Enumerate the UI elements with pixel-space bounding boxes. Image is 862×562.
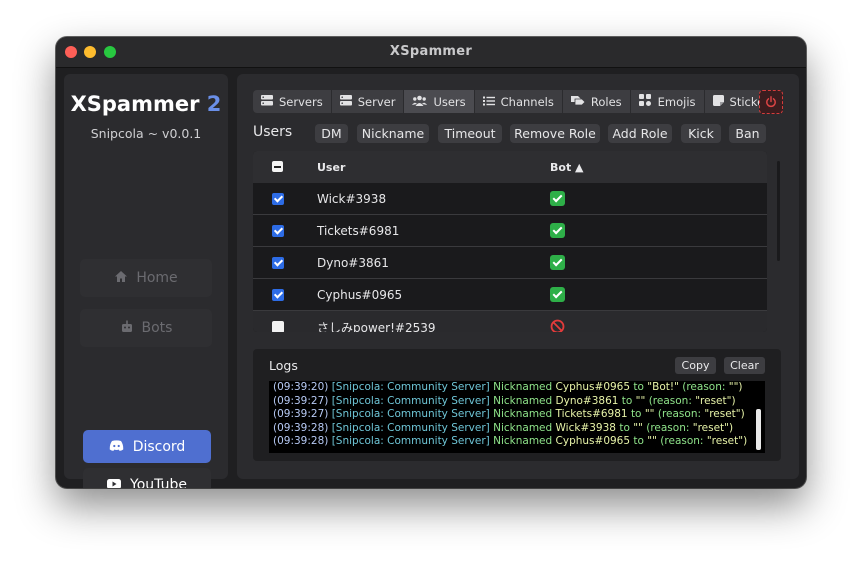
emojis-icon — [638, 94, 652, 109]
logs-title: Logs — [269, 358, 298, 373]
roles-icon — [570, 95, 586, 109]
log-scrollbar[interactable] — [756, 409, 761, 450]
row-username: Dyno#3861 — [317, 256, 389, 270]
sidebar: XSpammer 2 Snipcola ~ v0.0.1 Home Bots D… — [64, 74, 228, 488]
tab-users-label: Users — [433, 94, 466, 109]
row-checkbox[interactable] — [272, 225, 284, 237]
nav-home-button[interactable]: Home — [80, 259, 212, 297]
tab-roles-label: Roles — [590, 94, 622, 109]
tab-emojis[interactable]: Emojis — [630, 90, 705, 113]
log-line: (09:39:28) [Snipcola: Community Server] … — [273, 421, 734, 434]
app-window: XSpammer XSpammer 2 Snipcola ~ v0.0.1 Ho… — [56, 37, 806, 488]
check-icon — [550, 191, 565, 206]
youtube-label: YouTube — [130, 476, 187, 489]
tab-emojis-label: Emojis — [657, 94, 696, 109]
column-header-bot[interactable]: Bot ▲ — [550, 161, 584, 174]
tab-users[interactable]: Users — [404, 90, 475, 113]
dm-button[interactable]: DM — [315, 124, 348, 143]
table-row[interactable]: さしみpower!#2539 — [253, 311, 767, 332]
nav-bots-label: Bots — [141, 320, 173, 336]
table-row[interactable]: Tickets#6981 — [253, 215, 767, 247]
row-checkbox[interactable] — [272, 193, 284, 205]
channels-icon — [482, 95, 495, 109]
log-line: (09:39:27) [Snipcola: Community Server] … — [273, 394, 736, 407]
table-header: User Bot ▲ — [253, 151, 767, 183]
bots-icon — [120, 320, 134, 337]
power-button[interactable] — [759, 90, 783, 114]
log-line: (09:39:27) [Snipcola: Community Server] … — [273, 408, 745, 421]
tab-roles[interactable]: Roles — [562, 90, 631, 113]
youtube-link-button[interactable]: YouTube — [83, 468, 211, 488]
log-line: (09:39:20) [Snipcola: Community Server] … — [273, 381, 743, 393]
log-output[interactable]: (09:39:20) [Snipcola: Community Server] … — [269, 381, 765, 453]
stickers-icon — [712, 94, 724, 109]
discord-icon — [109, 439, 124, 455]
brand-subtitle: Snipcola ~ v0.0.1 — [90, 126, 202, 141]
window-title: XSpammer — [389, 44, 473, 59]
select-all-checkbox[interactable] — [272, 161, 283, 172]
tab-servers-label: Servers — [279, 94, 323, 109]
servers-icon — [261, 94, 273, 109]
app-brand: XSpammer 2 — [64, 92, 228, 116]
check-icon — [550, 255, 565, 270]
table-row[interactable]: Cyphus#0965 — [253, 279, 767, 311]
tab-servers[interactable]: Servers — [253, 90, 332, 113]
discord-label: Discord — [132, 438, 186, 455]
tab-channels-label: Channels — [500, 94, 554, 109]
table-row[interactable]: Dyno#3861 — [253, 247, 767, 279]
nickname-button[interactable]: Nickname — [357, 124, 429, 143]
table-scrollbar[interactable] — [777, 161, 780, 261]
row-checkbox[interactable] — [272, 321, 284, 332]
home-icon — [114, 270, 128, 287]
discord-link-button[interactable]: Discord — [83, 430, 211, 463]
ban-button[interactable]: Ban — [729, 124, 766, 143]
tab-server-label: Server — [357, 94, 396, 109]
brand-name: XSpammer — [70, 92, 200, 116]
row-username: Cyphus#0965 — [317, 288, 403, 302]
logs-panel: Logs Copy Clear (09:39:20) [Snipcola: Co… — [253, 349, 781, 461]
add-role-button[interactable]: Add Role — [608, 124, 672, 143]
users-table: User Bot ▲ Wick#3938 Tickets#6981 Dyno#3… — [253, 151, 767, 332]
table-row[interactable]: Wick#3938 — [253, 183, 767, 215]
check-icon — [550, 223, 565, 238]
timeout-button[interactable]: Timeout — [438, 124, 502, 143]
tab-bar: Servers Server Users Channels Roles Emoj… — [253, 90, 783, 113]
clear-logs-button[interactable]: Clear — [724, 357, 765, 374]
row-checkbox[interactable] — [272, 289, 284, 301]
nav-bots-button[interactable]: Bots — [80, 309, 212, 347]
tab-channels[interactable]: Channels — [474, 90, 563, 113]
row-username: さしみpower!#2539 — [317, 321, 436, 332]
tab-server[interactable]: Server — [331, 90, 405, 113]
row-checkbox[interactable] — [272, 257, 284, 269]
row-username: Wick#3938 — [317, 192, 387, 206]
kick-button[interactable]: Kick — [681, 124, 721, 143]
main-panel: Servers Server Users Channels Roles Emoj… — [237, 74, 799, 479]
users-icon — [412, 95, 428, 109]
remove-role-button[interactable]: Remove Role — [510, 124, 600, 143]
copy-logs-button[interactable]: Copy — [675, 357, 716, 374]
column-header-user[interactable]: User — [317, 161, 345, 174]
users-heading: Users — [253, 124, 293, 140]
no-entry-icon — [550, 319, 565, 332]
power-icon — [765, 93, 777, 112]
youtube-icon — [107, 477, 122, 488]
log-line: (09:39:28) [Snipcola: Community Server] … — [273, 435, 748, 448]
brand-version: 2 — [206, 92, 222, 116]
title-bar[interactable]: XSpammer — [56, 37, 806, 68]
nav-home-label: Home — [136, 270, 178, 286]
row-username: Tickets#6981 — [317, 224, 400, 238]
check-icon — [550, 287, 565, 302]
server-icon — [339, 94, 352, 109]
